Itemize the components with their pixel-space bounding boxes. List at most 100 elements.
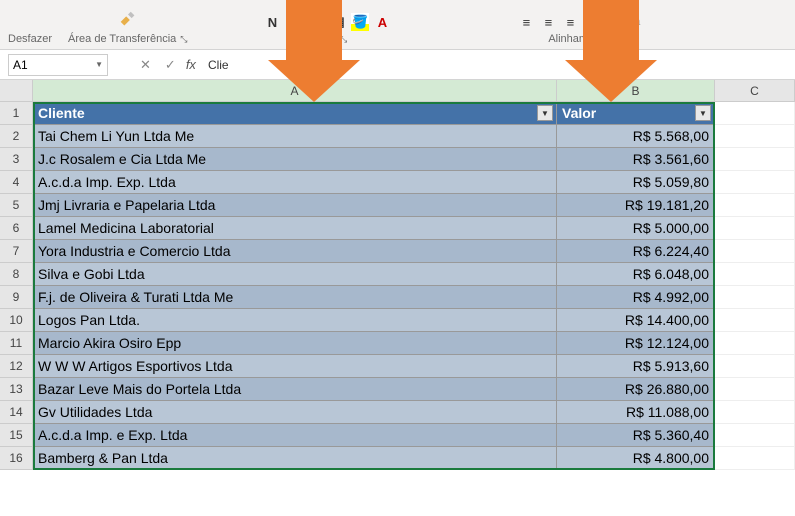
row-header[interactable]: 3 — [0, 148, 33, 171]
merge-label: Mescla — [605, 16, 640, 28]
column-headers: A B C — [0, 80, 795, 102]
cell-cliente[interactable]: Tai Chem Li Yun Ltda Me — [33, 125, 557, 148]
cell-cliente[interactable]: Gv Utilidades Ltda — [33, 401, 557, 424]
row-header[interactable]: 4 — [0, 171, 33, 194]
row-header[interactable]: 1 — [0, 102, 33, 125]
align-center-icon[interactable]: ≡ — [539, 13, 557, 31]
cell-empty[interactable] — [715, 286, 795, 309]
cell-valor[interactable]: R$ 6.224,40 — [557, 240, 715, 263]
accept-formula-icon[interactable]: ✓ — [161, 57, 180, 73]
align-right-icon[interactable]: ≡ — [561, 13, 579, 31]
row-header[interactable]: 7 — [0, 240, 33, 263]
formula-bar-input[interactable]: Clie — [208, 58, 229, 72]
row-header[interactable]: 16 — [0, 447, 33, 470]
cell-cliente[interactable]: Yora Industria e Comercio Ltda — [33, 240, 557, 263]
row-header[interactable]: 10 — [0, 309, 33, 332]
fx-icon[interactable]: fx — [186, 57, 196, 72]
cell-empty[interactable] — [715, 194, 795, 217]
row-header[interactable]: 2 — [0, 125, 33, 148]
cell-cliente[interactable]: Logos Pan Ltda. — [33, 309, 557, 332]
cell-valor[interactable]: R$ 3.561,60 — [557, 148, 715, 171]
chevron-down-icon[interactable]: ▼ — [95, 60, 103, 69]
name-box-value: A1 — [13, 58, 28, 72]
column-header-b[interactable]: B — [557, 80, 715, 101]
cell-empty[interactable] — [715, 263, 795, 286]
cell-empty[interactable] — [715, 148, 795, 171]
cell-empty[interactable] — [715, 401, 795, 424]
cell-empty[interactable] — [715, 240, 795, 263]
ribbon-group-clipboard: Área de Transferência ⤡ — [68, 9, 187, 45]
clipboard-label: Área de Transferência — [68, 33, 176, 45]
row-header[interactable]: 6 — [0, 217, 33, 240]
cell-cliente[interactable]: Bamberg & Pan Ltda — [33, 447, 557, 470]
cell-valor[interactable]: R$ 5.568,00 — [557, 125, 715, 148]
cell-cliente[interactable]: Marcio Akira Osiro Epp — [33, 332, 557, 355]
cell-empty[interactable] — [715, 171, 795, 194]
cell-cliente[interactable]: W W W Artigos Esportivos Ltda — [33, 355, 557, 378]
cell-valor[interactable]: R$ 26.880,00 — [557, 378, 715, 401]
font-label: Fonte — [308, 33, 336, 45]
clipboard-dialog-launcher-icon[interactable]: ⤡ — [180, 34, 187, 44]
cancel-formula-icon[interactable]: ✕ — [136, 57, 155, 73]
cell-valor[interactable]: R$ 19.181,20 — [557, 194, 715, 217]
cell-cliente[interactable]: A.c.d.a Imp. e Exp. Ltda — [33, 424, 557, 447]
cell-cliente[interactable]: Lamel Medicina Laboratorial — [33, 217, 557, 240]
filter-button-cliente[interactable]: ▼ — [537, 105, 553, 121]
cell-valor[interactable]: R$ 14.400,00 — [557, 309, 715, 332]
cell-empty[interactable] — [715, 378, 795, 401]
row-header[interactable]: 8 — [0, 263, 33, 286]
name-bar: A1 ▼ ✕ ✓ fx Clie — [0, 50, 795, 80]
cell-valor[interactable]: R$ 4.800,00 — [557, 447, 715, 470]
cell-valor[interactable]: R$ 5.360,40 — [557, 424, 715, 447]
cell-valor[interactable]: R$ 6.048,00 — [557, 263, 715, 286]
cell-valor[interactable]: R$ 12.124,00 — [557, 332, 715, 355]
format-painter-icon[interactable] — [117, 9, 139, 31]
table-header-cliente[interactable]: Cliente▼ — [33, 102, 557, 125]
cell-empty[interactable] — [715, 309, 795, 332]
italic-button[interactable]: I — [285, 13, 303, 31]
undo-label: Desfazer — [8, 33, 52, 45]
cell-valor[interactable]: R$ 5.059,80 — [557, 171, 715, 194]
font-dialog-launcher-icon[interactable]: ⤡ — [340, 34, 347, 44]
font-color-button[interactable]: A — [373, 13, 391, 31]
cell-cliente[interactable]: F.j. de Oliveira & Turati Ltda Me — [33, 286, 557, 309]
row-header[interactable]: 15 — [0, 424, 33, 447]
table-header-valor[interactable]: Valor▼ — [557, 102, 715, 125]
name-box[interactable]: A1 ▼ — [8, 54, 108, 76]
border-button[interactable]: ▦ — [329, 13, 347, 31]
filter-button-valor[interactable]: ▼ — [695, 105, 711, 121]
column-header-a[interactable]: A — [33, 80, 557, 101]
select-all-corner[interactable] — [0, 80, 33, 101]
align-left-icon[interactable]: ≡ — [517, 13, 535, 31]
ribbon: Desfazer Área de Transferência ⤡ N I S ▦ … — [0, 0, 795, 50]
fill-color-button[interactable]: 🪣 — [351, 13, 369, 31]
row-header[interactable]: 13 — [0, 378, 33, 401]
cell-valor[interactable]: R$ 5.000,00 — [557, 217, 715, 240]
ribbon-group-undo: Desfazer — [8, 31, 52, 45]
cell-valor[interactable]: R$ 4.992,00 — [557, 286, 715, 309]
cell-empty[interactable] — [715, 332, 795, 355]
cell-cliente[interactable]: J.c Rosalem e Cia Ltda Me — [33, 148, 557, 171]
underline-button[interactable]: S — [307, 13, 325, 31]
cell-valor[interactable]: R$ 11.088,00 — [557, 401, 715, 424]
cell-empty[interactable] — [715, 447, 795, 470]
cell-empty[interactable] — [715, 125, 795, 148]
cell-cliente[interactable]: Silva e Gobi Ltda — [33, 263, 557, 286]
column-header-c[interactable]: C — [715, 80, 795, 101]
cell-valor[interactable]: R$ 5.913,60 — [557, 355, 715, 378]
row-header[interactable]: 12 — [0, 355, 33, 378]
cell-empty[interactable] — [715, 355, 795, 378]
cell-cliente[interactable]: Bazar Leve Mais do Portela Ltda — [33, 378, 557, 401]
merge-button[interactable]: ▭ — [583, 13, 601, 31]
bold-button[interactable]: N — [263, 13, 281, 31]
row-header[interactable]: 5 — [0, 194, 33, 217]
row-header[interactable]: 14 — [0, 401, 33, 424]
cell-cliente[interactable]: A.c.d.a Imp. Exp. Ltda — [33, 171, 557, 194]
ribbon-group-font: N I S ▦ 🪣 A Fonte ⤡ — [263, 13, 391, 45]
cell-empty[interactable] — [715, 102, 795, 125]
cell-cliente[interactable]: Jmj Livraria e Papelaria Ltda — [33, 194, 557, 217]
row-header[interactable]: 11 — [0, 332, 33, 355]
cell-empty[interactable] — [715, 424, 795, 447]
row-header[interactable]: 9 — [0, 286, 33, 309]
cell-empty[interactable] — [715, 217, 795, 240]
